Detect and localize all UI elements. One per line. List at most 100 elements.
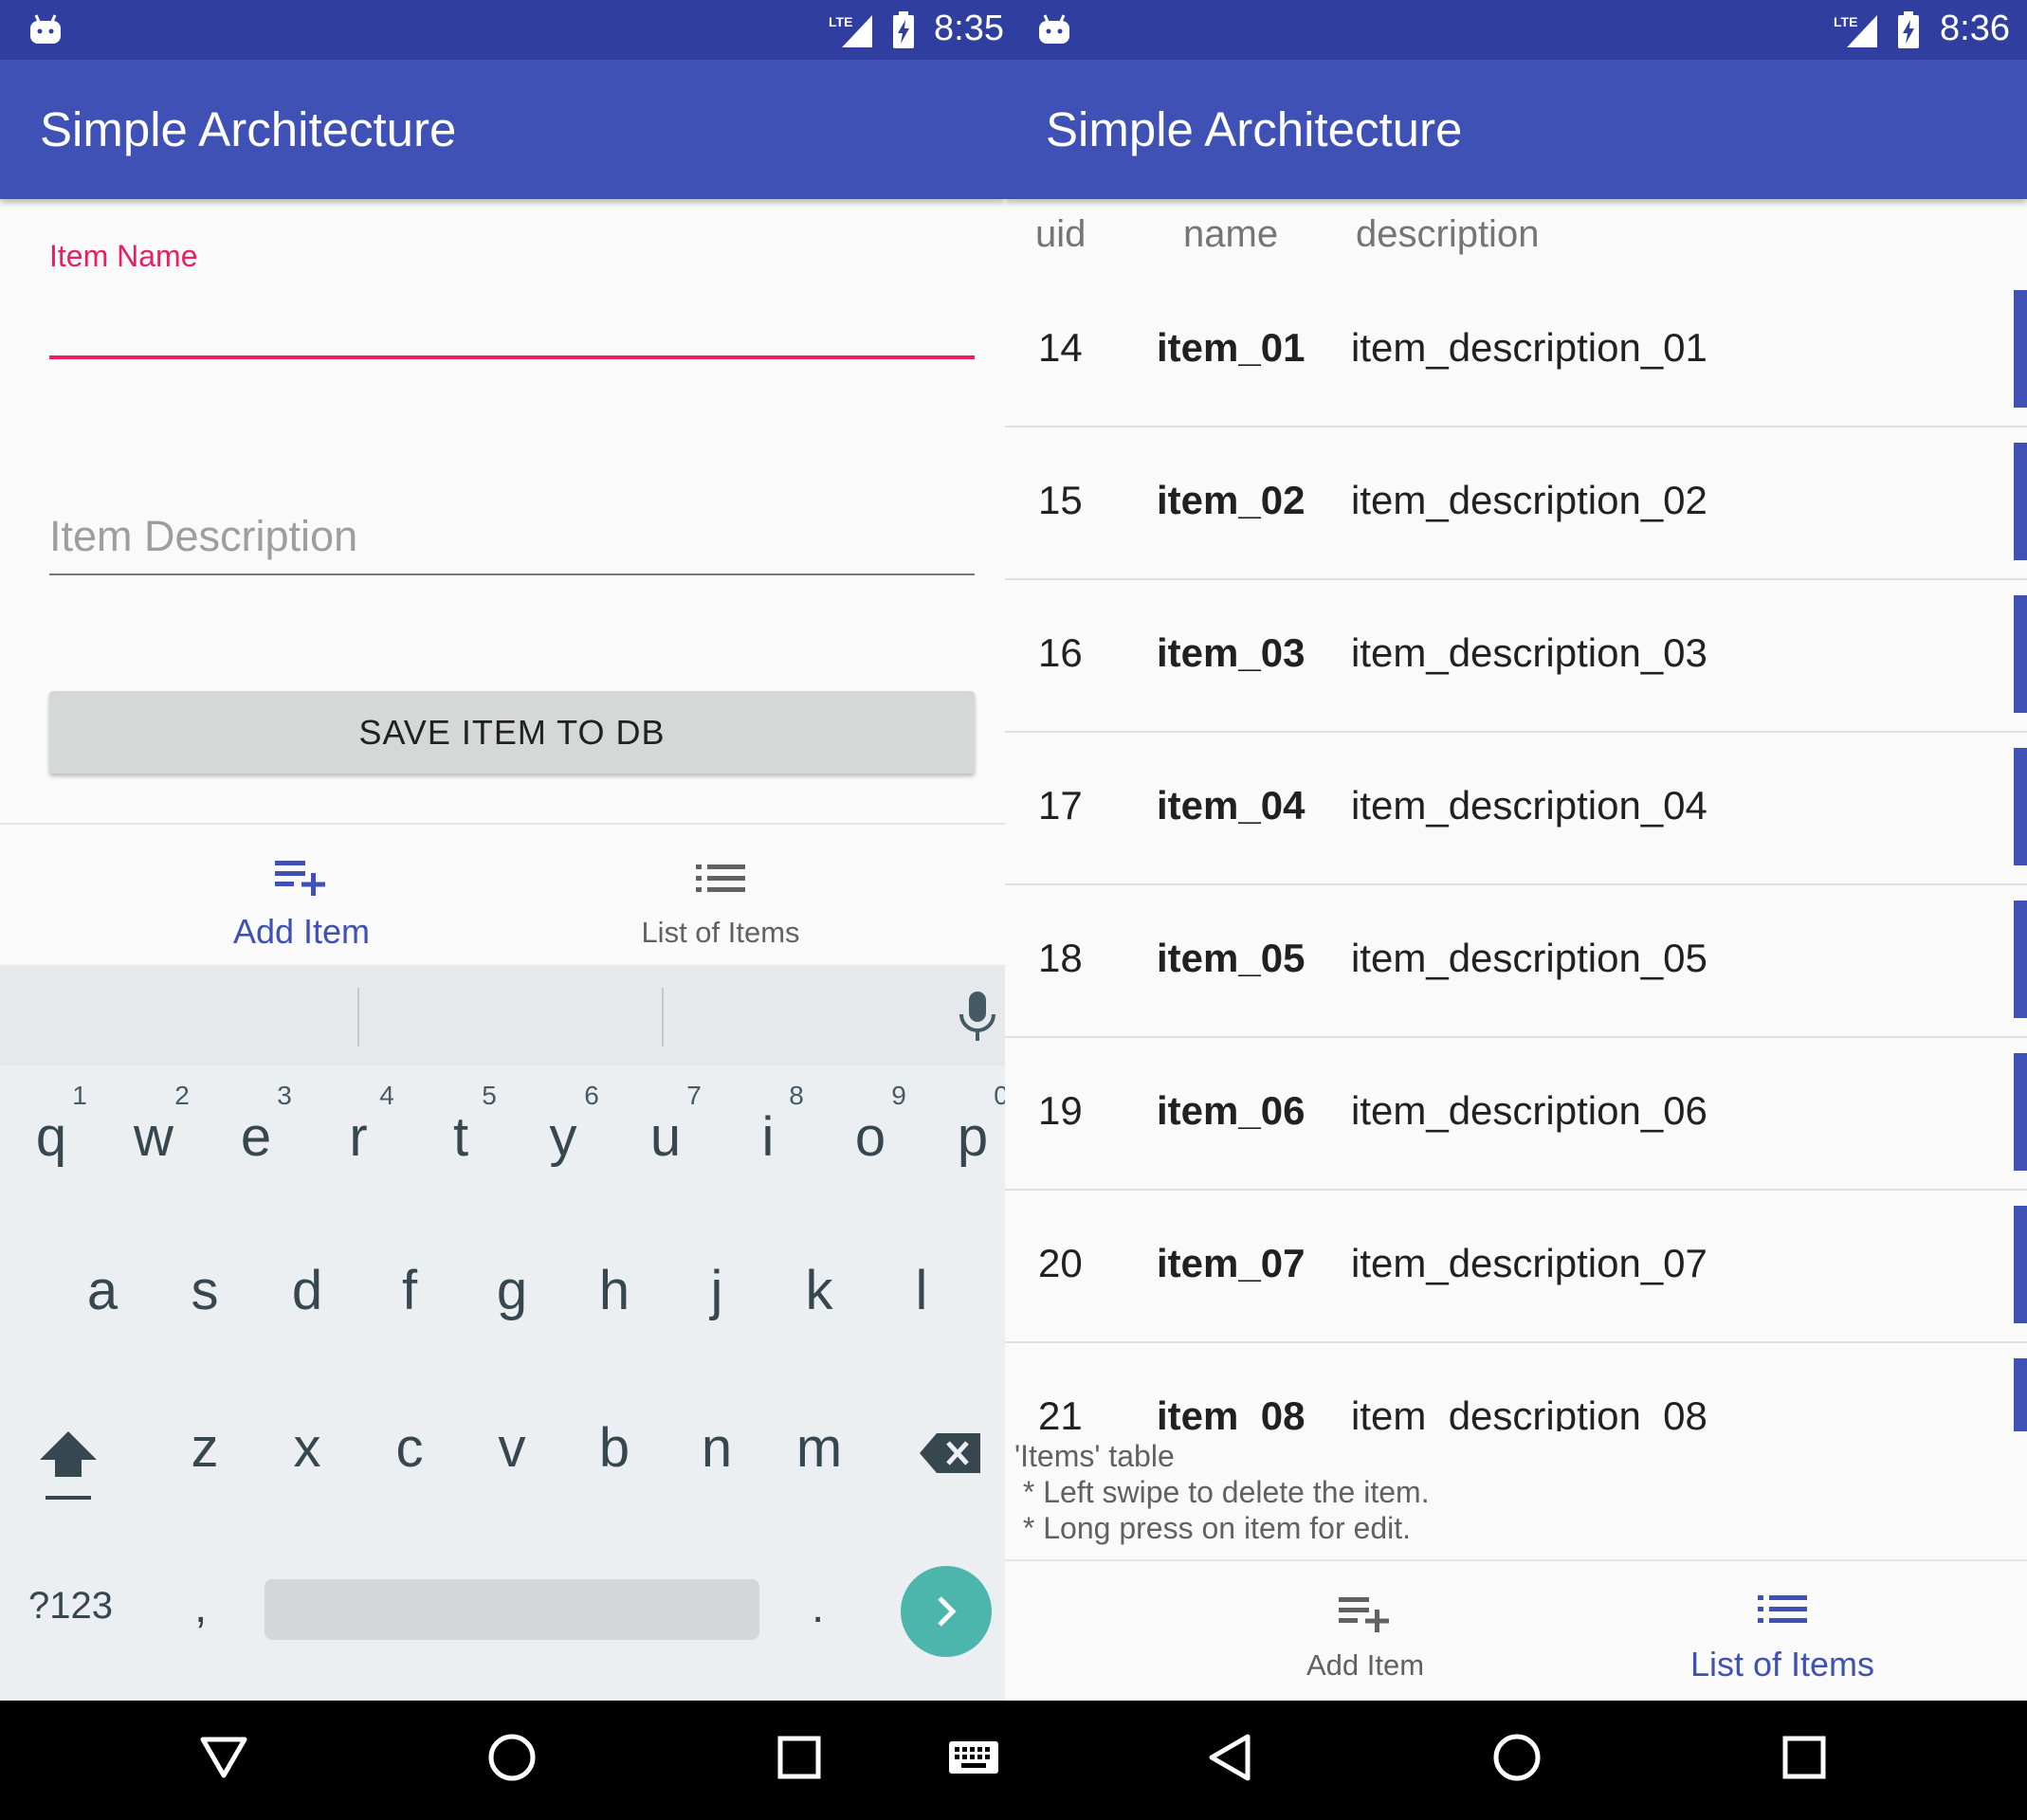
playlist-add-icon — [1339, 1597, 1389, 1632]
key-f[interactable]: f — [358, 1249, 461, 1344]
table-row[interactable]: 18 item_05 item_description_05 — [1005, 885, 2027, 1038]
save-item-button[interactable]: SAVE ITEM TO DB — [49, 691, 975, 774]
table-row[interactable]: 19 item_06 item_description_06 — [1005, 1038, 2027, 1191]
table-row[interactable]: 16 item_03 item_description_03 — [1005, 580, 2027, 733]
key-k[interactable]: k — [768, 1249, 870, 1344]
key-j[interactable]: j — [666, 1249, 768, 1344]
comma-key[interactable]: , — [194, 1581, 207, 1633]
key-t[interactable]: 5t — [410, 1081, 512, 1191]
table-row[interactable]: 17 item_04 item_description_04 — [1005, 733, 2027, 885]
key-g[interactable]: g — [461, 1249, 563, 1344]
tab-list-of-items-label: List of Items — [641, 916, 800, 949]
row-accent-bar — [2014, 290, 2027, 408]
column-header-uid: uid — [1035, 213, 1087, 255]
name-cell: item_02 — [1157, 478, 1306, 522]
key-label: h — [598, 1260, 630, 1321]
period-key[interactable]: . — [812, 1581, 824, 1633]
key-h[interactable]: h — [563, 1249, 666, 1344]
items-table: 14 item_01 item_description_01 15 item_02 ite… — [1005, 275, 2027, 1431]
key-a[interactable]: a — [51, 1249, 154, 1344]
key-p[interactable]: 0p — [922, 1081, 1005, 1191]
row-accent-bar — [2014, 1053, 2027, 1171]
description-cell: item_description_01 — [1351, 325, 1707, 370]
key-u[interactable]: 7u — [614, 1081, 717, 1191]
name-cell: item_07 — [1157, 1241, 1306, 1285]
key-label: f — [401, 1260, 418, 1321]
item-description-input[interactable]: Item Description — [49, 512, 357, 561]
uid-cell: 20 — [1038, 1241, 1083, 1285]
row-accent-bar — [2014, 748, 2027, 865]
key-label: t — [452, 1106, 469, 1168]
key-x[interactable]: x — [256, 1407, 358, 1502]
app-title: Simple Architecture — [1046, 102, 1463, 156]
item-name-input[interactable] — [49, 355, 975, 359]
table-row[interactable]: 14 item_01 item_description_01 — [1005, 275, 2027, 428]
back-triangle-icon[interactable] — [199, 1736, 248, 1779]
space-key[interactable] — [265, 1579, 759, 1640]
tab-list-of-items[interactable]: List of Items — [603, 825, 838, 967]
app-title: Simple Architecture — [40, 102, 457, 156]
table-row[interactable]: 20 item_07 item_description_07 — [1005, 1191, 2027, 1343]
key-label: d — [291, 1260, 323, 1321]
list-icon — [696, 864, 745, 892]
key-label: a — [86, 1260, 119, 1321]
recents-square-icon[interactable] — [777, 1736, 821, 1779]
tab-add-item[interactable]: Add Item — [1195, 1561, 1536, 1703]
recents-square-icon[interactable] — [1782, 1736, 1826, 1779]
key-i[interactable]: 8i — [717, 1081, 819, 1191]
key-d[interactable]: d — [256, 1249, 358, 1344]
android-notification-icon — [1039, 14, 1069, 44]
key-label: m — [795, 1417, 843, 1479]
tab-add-item[interactable]: Add Item — [0, 825, 603, 967]
row-accent-bar — [2014, 1206, 2027, 1323]
microphone-icon[interactable] — [956, 990, 999, 1045]
system-nav-bar — [1005, 1701, 2027, 1820]
symbols-key[interactable]: ?123 — [28, 1585, 113, 1628]
key-label: g — [496, 1260, 528, 1321]
key-r[interactable]: 4r — [307, 1081, 410, 1191]
key-c[interactable]: c — [358, 1407, 461, 1502]
enter-key[interactable] — [901, 1566, 992, 1657]
shift-icon[interactable] — [38, 1428, 99, 1503]
key-v[interactable]: v — [461, 1407, 563, 1502]
info-table-caption: 'Items' table — [1014, 1439, 1175, 1473]
backspace-icon[interactable] — [920, 1431, 982, 1475]
uid-cell: 21 — [1038, 1393, 1083, 1431]
tab-list-of-items-label: List of Items — [1689, 1645, 1875, 1684]
key-q[interactable]: 1q — [0, 1081, 102, 1191]
key-w[interactable]: 2w — [102, 1081, 205, 1191]
key-m[interactable]: m — [768, 1407, 870, 1502]
name-cell: item_04 — [1157, 783, 1306, 828]
key-label: l — [915, 1260, 928, 1321]
suggestion-strip — [0, 965, 1005, 1065]
home-circle-icon[interactable] — [1492, 1733, 1542, 1782]
key-label: w — [134, 1106, 173, 1168]
key-b[interactable]: b — [563, 1407, 666, 1502]
key-s[interactable]: s — [154, 1249, 256, 1344]
description-cell: item_description_02 — [1351, 478, 1707, 522]
name-cell: item_01 — [1157, 325, 1306, 370]
tab-list-of-items[interactable]: List of Items — [1612, 1561, 1953, 1703]
playlist-add-icon — [275, 861, 325, 896]
status-time: 8:36 — [1940, 9, 2010, 48]
home-circle-icon[interactable] — [487, 1733, 537, 1782]
description-cell: item_description_08 — [1351, 1393, 1707, 1431]
table-row[interactable]: 21 item_08 item_description_08 — [1005, 1343, 2027, 1431]
add-item-screen: LTE 8:35 Simple Architecture Item Name I… — [0, 0, 1005, 1820]
keyboard-switch-icon[interactable] — [948, 1740, 999, 1778]
table-row[interactable]: 15 item_02 item_description_02 — [1005, 428, 2027, 580]
uid-cell: 15 — [1038, 478, 1083, 522]
key-y[interactable]: 6y — [512, 1081, 614, 1191]
soft-keyboard: 1q2w3e4r5t6y7u8i9o0p a s d f g h j k l z x c v b nm ?… — [0, 965, 1005, 1701]
back-triangle-icon[interactable] — [1208, 1733, 1251, 1782]
name-cell: item_03 — [1157, 630, 1306, 675]
battery-charging-icon — [893, 11, 914, 48]
uid-cell: 16 — [1038, 630, 1083, 675]
key-o[interactable]: 9o — [819, 1081, 922, 1191]
key-e[interactable]: 3e — [205, 1081, 307, 1191]
key-l[interactable]: l — [870, 1249, 973, 1344]
tab-add-item-label: Add Item — [232, 912, 371, 951]
key-z[interactable]: z — [154, 1407, 256, 1502]
key-n[interactable]: n — [666, 1407, 768, 1502]
key-label: e — [240, 1106, 272, 1168]
